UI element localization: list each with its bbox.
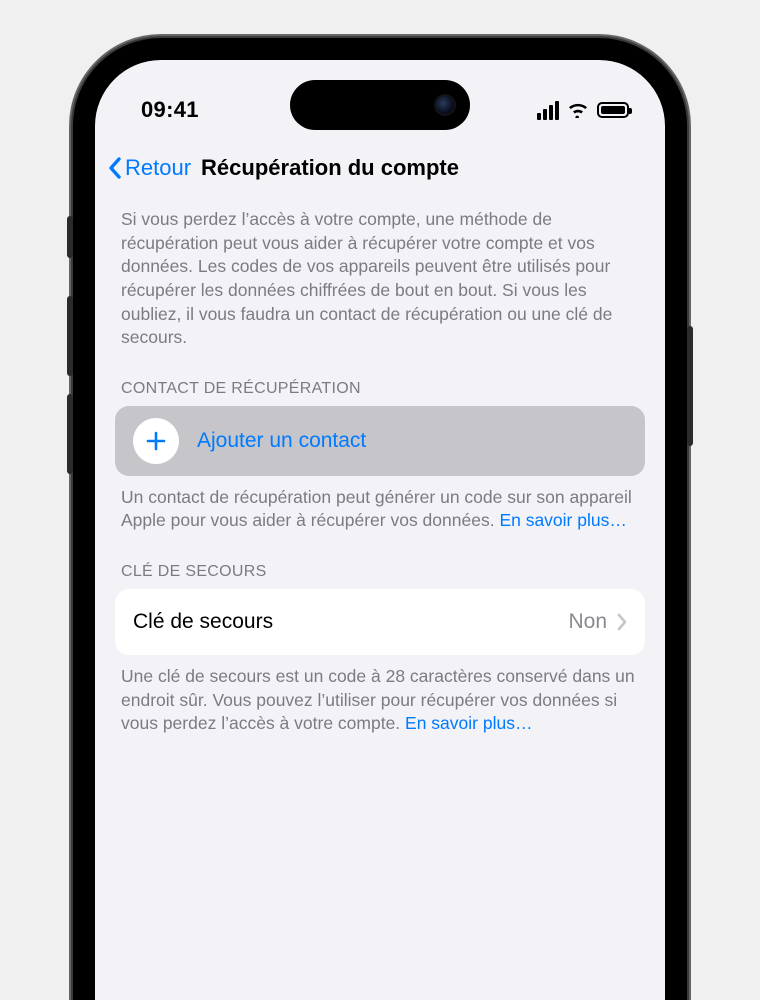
back-button[interactable]: Retour: [107, 155, 191, 181]
power-button: [687, 326, 693, 446]
recovery-contact-group: Ajouter un contact: [115, 406, 645, 476]
page-title: Récupération du compte: [201, 155, 459, 181]
recovery-key-footer: Une clé de secours est un code à 28 cara…: [115, 655, 645, 736]
intro-text: Si vous perdez l’accès à votre compte, u…: [115, 208, 645, 350]
section-header-key: CLÉ DE SECOURS: [115, 533, 645, 589]
recovery-key-group: Clé de secours Non: [115, 589, 645, 655]
recovery-key-value: Non: [568, 610, 607, 634]
add-contact-label: Ajouter un contact: [197, 429, 366, 453]
recovery-contact-learn-more-link[interactable]: En savoir plus…: [499, 510, 626, 530]
plus-icon: [133, 418, 179, 464]
phone-frame: 09:41: [73, 38, 687, 1000]
recovery-key-row[interactable]: Clé de secours Non: [115, 589, 645, 655]
status-time: 09:41: [141, 97, 199, 123]
content-scroll[interactable]: Si vous perdez l’accès à votre compte, u…: [95, 198, 665, 1000]
recovery-key-label: Clé de secours: [133, 610, 273, 634]
back-label: Retour: [125, 155, 191, 181]
battery-icon: [597, 102, 629, 118]
recovery-key-learn-more-link[interactable]: En savoir plus…: [405, 713, 532, 733]
recovery-contact-footer: Un contact de récupération peut générer …: [115, 476, 645, 533]
wifi-icon: [567, 102, 589, 118]
volume-up-button: [67, 296, 73, 376]
chevron-left-icon: [107, 156, 123, 180]
canvas: 09:41: [0, 0, 760, 1000]
bezel: 09:41: [81, 46, 679, 1000]
screen: 09:41: [95, 60, 665, 1000]
mute-switch: [67, 216, 73, 258]
add-recovery-contact-row[interactable]: Ajouter un contact: [115, 406, 645, 476]
volume-down-button: [67, 394, 73, 474]
navigation-bar: Retour Récupération du compte: [95, 142, 665, 194]
recovery-key-value-wrap: Non: [568, 610, 627, 634]
camera-icon: [436, 96, 454, 114]
status-icons: [537, 101, 629, 120]
section-header-contact: CONTACT DE RÉCUPÉRATION: [115, 350, 645, 406]
chevron-right-icon: [617, 613, 627, 631]
cellular-icon: [537, 101, 559, 120]
recovery-key-footer-text: Une clé de secours est un code à 28 cara…: [121, 666, 635, 733]
dynamic-island: [290, 80, 470, 130]
